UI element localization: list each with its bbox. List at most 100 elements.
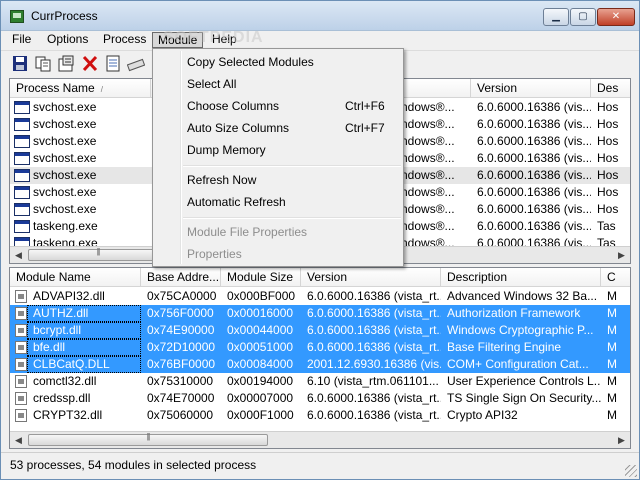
status-bar: 53 processes, 54 modules in selected pro… xyxy=(1,452,639,479)
menu-file[interactable]: File xyxy=(7,32,36,48)
module-list[interactable]: Module Name Base Addre... Module Size Ve… xyxy=(9,267,631,449)
module-name-cell: comctl32.dll xyxy=(33,374,97,388)
module-name-cell: ADVAPI32.dll xyxy=(33,289,105,303)
base-address-cell: 0x75CA0000 xyxy=(147,289,217,303)
watermark-text: SOFTPEDIA xyxy=(163,29,264,46)
module-list-header: Module Name Base Addre... Module Size Ve… xyxy=(10,268,630,287)
base-address-cell: 0x72D10000 xyxy=(147,340,216,354)
module-size-cell: 0x00084000 xyxy=(227,357,294,371)
version-cell: 6.0.6000.16386 (vis... xyxy=(477,185,591,199)
scroll-left-icon[interactable]: ◀ xyxy=(10,247,27,263)
table-row[interactable]: credssp.dll 0x74E70000 0x00007000 6.0.6000.… xyxy=(10,390,630,407)
maximize-button[interactable]: ▢ xyxy=(570,8,596,26)
module-description-cell: Windows Cryptographic P... xyxy=(447,323,594,337)
scroll-thumb[interactable] xyxy=(28,434,268,446)
copy-icon[interactable] xyxy=(34,55,52,72)
status-text: 53 processes, 54 modules in selected pro… xyxy=(10,458,257,472)
table-row[interactable]: CLBCatQ.DLL 0x76BF0000 0x00084000 2001.12.6… xyxy=(10,356,630,373)
column-module-name[interactable]: Module Name xyxy=(10,268,141,287)
company-cell: M xyxy=(607,340,617,354)
company-cell: M xyxy=(607,408,617,422)
description-cell: Hos xyxy=(597,100,619,114)
company-cell: ndows®... xyxy=(401,219,455,233)
menu-item-auto-size-columns[interactable]: Auto Size Columns Ctrl+F7 xyxy=(155,117,401,139)
column-module-description[interactable]: Description xyxy=(441,268,601,287)
company-cell: ndows®... xyxy=(401,202,455,216)
save-icon[interactable] xyxy=(11,55,29,72)
menu-bar: File Options Process Module Help xyxy=(1,31,639,49)
module-size-cell: 0x00016000 xyxy=(227,306,294,320)
column-base-address[interactable]: Base Addre... xyxy=(141,268,221,287)
module-name-cell: bcrypt.dll xyxy=(27,322,141,339)
report-icon[interactable] xyxy=(104,55,122,72)
dll-file-icon xyxy=(15,392,27,405)
scroll-right-icon[interactable]: ▶ xyxy=(613,432,630,448)
resize-grip-icon[interactable] xyxy=(625,465,637,477)
scroll-left-icon[interactable]: ◀ xyxy=(10,432,27,448)
scroll-right-icon[interactable]: ▶ xyxy=(613,247,630,263)
company-cell: M xyxy=(607,391,617,405)
table-row[interactable]: AUTHZ.dll 0x756F0000 0x00016000 6.0.6000.16… xyxy=(10,305,630,322)
close-button[interactable]: ✕ xyxy=(597,8,635,26)
app-window: CurrProcess ▁ ▢ ✕ File Options Process M… xyxy=(0,0,640,480)
description-cell: Hos xyxy=(597,117,619,131)
description-cell: Hos xyxy=(597,134,619,148)
table-row[interactable]: CRYPT32.dll 0x75060000 0x000F1000 6.0.6000.… xyxy=(10,407,630,424)
menu-item-refresh-now[interactable]: Refresh Now xyxy=(155,169,401,191)
company-cell: ndows®... xyxy=(401,151,455,165)
column-module-size[interactable]: Module Size xyxy=(221,268,301,287)
table-row[interactable]: bfe.dll 0x72D10000 0x00051000 6.0.6000.1638… xyxy=(10,339,630,356)
process-name-cell: svchost.exe xyxy=(33,185,97,199)
column-module-version[interactable]: Version xyxy=(301,268,441,287)
menu-item-automatic-refresh[interactable]: Automatic Refresh xyxy=(155,191,401,213)
refresh-icon[interactable] xyxy=(127,55,145,72)
module-description-cell: Crypto API32 xyxy=(447,408,518,422)
column-description[interactable]: Des xyxy=(591,79,630,98)
module-name-cell: AUTHZ.dll xyxy=(27,305,141,322)
menu-item-properties: Properties xyxy=(187,247,242,261)
process-name-cell: svchost.exe xyxy=(33,134,97,148)
company-cell: M xyxy=(607,357,617,371)
column-company[interactable]: C xyxy=(601,268,630,287)
module-horizontal-scrollbar[interactable]: ◀ ▶ xyxy=(10,431,630,448)
company-cell: ndows®... xyxy=(401,100,455,114)
company-cell: M xyxy=(607,323,617,337)
module-version-cell: 2001.12.6930.16386 (vis... xyxy=(307,357,441,371)
module-name-cell: CRYPT32.dll xyxy=(33,408,103,422)
module-version-cell: 6.0.6000.16386 (vista_rt... xyxy=(307,408,441,422)
app-icon xyxy=(10,10,24,23)
minimize-button[interactable]: ▁ xyxy=(543,8,569,26)
column-version[interactable]: Version xyxy=(471,79,591,98)
module-name-cell: bfe.dll xyxy=(27,339,141,356)
table-row[interactable]: bcrypt.dll 0x74E90000 0x00044000 6.0.6000.1… xyxy=(10,322,630,339)
delete-icon[interactable] xyxy=(81,55,99,72)
module-version-cell: 6.10 (vista_rtm.061101... xyxy=(307,374,439,388)
title-bar[interactable]: CurrProcess ▁ ▢ ✕ xyxy=(1,1,639,31)
menu-process[interactable]: Process xyxy=(98,32,151,48)
module-description-cell: TS Single Sign On Security... xyxy=(447,391,601,405)
module-menu-dropdown: Copy Selected Modules Select All Choose … xyxy=(152,48,404,267)
version-cell: 6.0.6000.16386 (vis... xyxy=(477,202,591,216)
table-row[interactable]: comctl32.dll 0x75310000 0x00194000 6.10 (vi… xyxy=(10,373,630,390)
version-cell: 6.0.6000.16386 (vis... xyxy=(477,168,591,182)
menu-item-dump-memory[interactable]: Dump Memory xyxy=(155,139,401,161)
version-cell: 6.0.6000.16386 (vis... xyxy=(477,117,591,131)
scroll-thumb[interactable] xyxy=(28,249,168,261)
company-cell: M xyxy=(607,289,617,303)
menu-item-choose-columns[interactable]: Choose Columns Ctrl+F6 xyxy=(155,95,401,117)
menu-item-module-file-properties: Module File Properties xyxy=(187,225,308,239)
module-version-cell: 6.0.6000.16386 (vista_rt... xyxy=(307,289,441,303)
menu-options[interactable]: Options xyxy=(42,32,93,48)
table-row[interactable]: ADVAPI32.dll 0x75CA0000 0x000BF000 6.0.6000… xyxy=(10,288,630,305)
module-size-cell: 0x00194000 xyxy=(227,374,294,388)
dll-file-icon xyxy=(15,375,27,388)
description-cell: Hos xyxy=(597,202,619,216)
company-cell: M xyxy=(607,374,617,388)
column-process-name[interactable]: Process Name / xyxy=(10,79,151,98)
menu-item-select-all[interactable]: Select All xyxy=(155,73,401,95)
properties-icon[interactable] xyxy=(57,55,75,72)
menu-item-copy-selected-modules[interactable]: Copy Selected Modules xyxy=(155,51,401,73)
process-name-cell: svchost.exe xyxy=(33,168,97,182)
version-cell: 6.0.6000.16386 (vis... xyxy=(477,134,591,148)
version-cell: 6.0.6000.16386 (vis... xyxy=(477,151,591,165)
